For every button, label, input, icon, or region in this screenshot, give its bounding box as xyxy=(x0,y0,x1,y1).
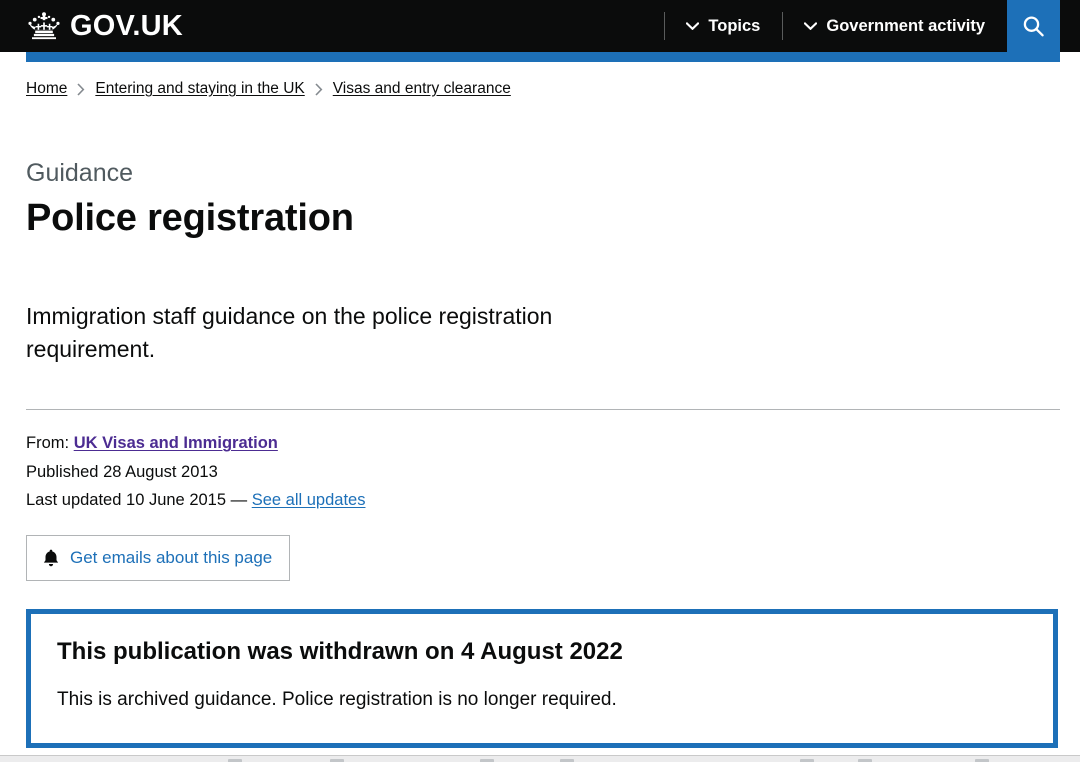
metadata-divider xyxy=(26,409,1060,411)
gov-uk-logo-link[interactable]: GOV.UK xyxy=(26,11,183,41)
document-type-label: Guidance xyxy=(26,159,134,187)
chevron-down-icon xyxy=(804,22,818,30)
search-button[interactable] xyxy=(1007,0,1060,52)
breadcrumb-separator-icon xyxy=(315,82,323,96)
breadcrumb-item-entering-and-staying-in-the-uk[interactable]: Entering and staying in the UK xyxy=(95,80,304,98)
crown-icon xyxy=(28,12,60,40)
organisation-link[interactable]: UK Visas and Immigration xyxy=(74,434,278,452)
breadcrumb-item-home[interactable]: Home xyxy=(26,80,67,98)
nav-item-topics[interactable]: Topics xyxy=(664,0,782,52)
search-icon xyxy=(1023,15,1044,36)
withdrawn-notice-banner: This publication was withdrawn on 4 Augu… xyxy=(26,609,1058,748)
get-emails-button-label: Get emails about this page xyxy=(70,548,273,568)
chevron-down-icon xyxy=(686,22,700,30)
nav-item-government-activity-label: Government activity xyxy=(826,16,985,35)
metadata-last-updated-date: 10 June 2015 xyxy=(126,491,227,510)
metadata-from-row: From: UK Visas and Immigration xyxy=(26,429,1060,457)
metadata-published-row: Published 28 August 2013 xyxy=(26,458,1060,486)
metadata-last-updated-label: Last updated xyxy=(26,491,122,510)
breadcrumb-separator-icon xyxy=(77,82,85,96)
gov-uk-header: GOV.UK Topics Government activity xyxy=(0,0,1080,62)
see-all-updates-link[interactable]: See all updates xyxy=(252,491,366,509)
metadata-published-date: 28 August 2013 xyxy=(103,462,218,481)
os-taskbar-sliver xyxy=(0,755,1080,762)
withdrawn-notice-title: This publication was withdrawn on 4 Augu… xyxy=(57,638,623,666)
page-title: Police registration xyxy=(26,196,354,239)
lead-paragraph: Immigration staff guidance on the police… xyxy=(26,303,553,362)
bell-icon xyxy=(43,550,59,567)
metadata-published-label: Published xyxy=(26,462,99,481)
publication-metadata: From: UK Visas and Immigration Published… xyxy=(26,429,1060,514)
nav-item-government-activity[interactable]: Government activity xyxy=(782,0,1007,52)
metadata-last-updated-row: Last updated 10 June 2015 — See all upda… xyxy=(26,486,1060,514)
metadata-dash: — xyxy=(230,491,248,510)
breadcrumb: Home Entering and staying in the UK Visa… xyxy=(26,52,1060,98)
header-navigation: Topics Government activity xyxy=(664,0,1080,52)
withdrawn-notice-body: This is archived guidance. Police regist… xyxy=(57,689,617,711)
breadcrumb-item-visas-and-entry-clearance[interactable]: Visas and entry clearance xyxy=(333,80,511,98)
get-emails-button[interactable]: Get emails about this page xyxy=(26,535,291,582)
nav-item-topics-label: Topics xyxy=(708,16,761,35)
metadata-from-label: From: xyxy=(26,434,70,453)
main-content: Home Entering and staying in the UK Visa… xyxy=(0,52,1080,748)
gov-uk-brand-text: GOV.UK xyxy=(70,9,183,42)
